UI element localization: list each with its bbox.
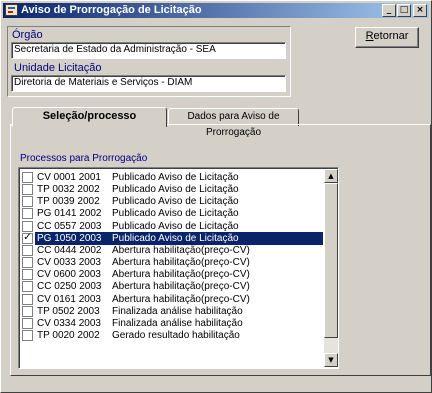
process-code: CV 0033 2003 xyxy=(37,257,101,269)
list-item[interactable]: CV 0600 2003 Abertura habilitação(preço-C… xyxy=(21,268,323,281)
list-item[interactable]: TP 0502 2003 Finalizada análise habilitaç… xyxy=(21,305,323,318)
checkbox[interactable] xyxy=(22,196,33,208)
list-item[interactable]: CC 0444 2002 Abertura habilitação(preço-C… xyxy=(21,244,323,257)
list-item-text: CV 0161 2003 Abertura habilitação(preço-C… xyxy=(35,293,251,306)
list-item-text: CC 0557 2003 Publicado Aviso de Licitação xyxy=(35,220,240,233)
tab-selecao-processo[interactable]: Seleção/processo xyxy=(12,107,167,127)
process-code: CC 0444 2002 xyxy=(37,244,102,256)
title-bar[interactable]: Aviso de Prorrogação de Licitação _ □ × xyxy=(3,3,429,18)
process-status: Publicado Aviso de Licitação xyxy=(112,172,239,183)
process-list-label: Processos para Prorrogação xyxy=(20,153,148,164)
process-status: Gerado resultado habilitação xyxy=(112,329,240,341)
process-status: Finalizada análise habilitação xyxy=(112,317,243,329)
process-status: Publicado Aviso de Licitação xyxy=(112,232,239,244)
scroll-thumb[interactable] xyxy=(324,183,338,338)
main-window: Aviso de Prorrogação de Licitação _ □ × … xyxy=(0,0,432,393)
list-item-text: TP 0039 2002 Publicado Aviso de Licitação xyxy=(35,195,240,208)
checkbox[interactable] xyxy=(22,184,33,196)
unidade-field[interactable]: Diretoria de Materiais e Serviços - DIAM xyxy=(11,75,286,92)
checkbox[interactable] xyxy=(22,317,33,329)
list-item-text: TP 0020 2002 Gerado resultado habilitação xyxy=(35,329,241,342)
checkbox[interactable] xyxy=(22,208,33,220)
maximize-button[interactable]: □ xyxy=(397,4,411,17)
process-code: CV 0001 2001 xyxy=(37,172,101,183)
list-item-text: CC 0250 2003 Abertura habilitação(preço-C… xyxy=(35,280,251,293)
process-status: Finalizada análise habilitação xyxy=(112,305,243,317)
list-item-text: CC 0444 2002 Abertura habilitação(preço-C… xyxy=(35,244,251,257)
checkbox[interactable] xyxy=(22,281,33,293)
retornar-mnemonic: R xyxy=(365,30,374,42)
process-code: TP 0039 2002 xyxy=(37,196,100,208)
checkbox[interactable] xyxy=(22,257,33,269)
orgao-field[interactable]: Secretaria de Estado da Administração - … xyxy=(11,42,286,59)
process-code: CC 0557 2003 xyxy=(37,220,102,232)
list-item[interactable]: CC 0557 2003 Publicado Aviso de Licitação xyxy=(21,220,323,233)
process-code: TP 0502 2003 xyxy=(37,305,100,317)
process-code: TP 0020 2002 xyxy=(37,329,100,341)
list-item[interactable]: CV 0033 2003 Abertura habilitação(preço-C… xyxy=(21,256,323,269)
process-code: PG 0141 2002 xyxy=(37,208,102,220)
process-status: Publicado Aviso de Licitação xyxy=(112,208,239,220)
list-item[interactable]: ✓ PG 1050 2003 Publicado Aviso de Licitaçã… xyxy=(21,231,323,245)
window-title: Aviso de Prorrogação de Licitação xyxy=(21,4,202,16)
list-item[interactable]: TP 0032 2002 Publicado Aviso de Licitação xyxy=(21,183,323,196)
list-item[interactable]: CV 0334 2003 Finalizada análise habilitaç… xyxy=(21,317,323,330)
retornar-label: etornar xyxy=(373,30,409,42)
checkbox[interactable] xyxy=(22,305,33,317)
checkbox[interactable]: ✓ xyxy=(22,232,33,244)
list-item-text: CV 0334 2003 Finalizada análise habilitaç… xyxy=(35,317,244,330)
process-status: Abertura habilitação(preço-CV) xyxy=(112,244,250,256)
list-item[interactable]: PG 0141 2002 Publicado Aviso de Licitação xyxy=(21,207,323,220)
list-item[interactable]: CV 0001 2001 Publicado Aviso de Licitação xyxy=(21,171,323,184)
process-code: CV 0161 2003 xyxy=(37,293,101,305)
process-code: PG 1050 2003 xyxy=(37,232,102,244)
checkbox[interactable] xyxy=(22,329,33,341)
app-icon xyxy=(5,4,18,16)
process-status: Publicado Aviso de Licitação xyxy=(112,196,239,208)
checkbox[interactable] xyxy=(22,244,33,256)
close-button[interactable]: × xyxy=(413,4,427,17)
list-item-text: CV 0001 2001 Publicado Aviso de Licitação xyxy=(35,171,240,184)
list-item[interactable]: TP 0020 2002 Gerado resultado habilitação xyxy=(21,329,323,342)
checkbox[interactable] xyxy=(22,172,33,183)
retornar-button[interactable]: Retornar xyxy=(355,27,419,48)
list-item[interactable]: CC 0250 2003 Abertura habilitação(preço-C… xyxy=(21,280,323,293)
unidade-label: Unidade Licitação xyxy=(14,62,102,74)
list-item-text: CV 0600 2003 Abertura habilitação(preço-C… xyxy=(35,268,251,281)
process-code: CV 0334 2003 xyxy=(37,317,101,329)
process-status: Abertura habilitação(preço-CV) xyxy=(112,269,250,281)
process-status: Publicado Aviso de Licitação xyxy=(112,220,239,232)
list-item[interactable]: TP 0039 2002 Publicado Aviso de Licitação xyxy=(21,195,323,208)
list-item-text: TP 0032 2002 Publicado Aviso de Licitação xyxy=(35,183,240,196)
list-item-text: CV 0033 2003 Abertura habilitação(preço-C… xyxy=(35,256,251,269)
list-item-text: TP 0502 2003 Finalizada análise habilitaç… xyxy=(35,305,244,318)
title-bar-buttons: _ □ × xyxy=(381,4,427,17)
scroll-down-button[interactable]: ▼ xyxy=(324,353,338,367)
process-code: CV 0600 2003 xyxy=(37,269,101,281)
process-code: CC 0250 2003 xyxy=(37,281,102,293)
scroll-up-button[interactable]: ▲ xyxy=(324,169,338,183)
vertical-scrollbar[interactable]: ▲ ▼ xyxy=(324,169,338,367)
orgao-label: Órgão xyxy=(12,29,43,41)
list-item-text: PG 0141 2002 Publicado Aviso de Licitação xyxy=(35,207,240,220)
process-code: TP 0032 2002 xyxy=(37,184,100,196)
process-status: Publicado Aviso de Licitação xyxy=(112,184,239,196)
process-status: Abertura habilitação(preço-CV) xyxy=(112,281,250,293)
minimize-button[interactable]: _ xyxy=(382,4,396,17)
process-status: Abertura habilitação(preço-CV) xyxy=(112,293,250,305)
checkbox[interactable] xyxy=(22,220,33,232)
list-item[interactable]: CV 0161 2003 Abertura habilitação(preço-C… xyxy=(21,293,323,306)
process-status: Abertura habilitação(preço-CV) xyxy=(112,257,250,269)
checkbox[interactable] xyxy=(22,269,33,281)
list-item-text: PG 1050 2003 Publicado Aviso de Licitação xyxy=(35,231,323,245)
process-listbox[interactable]: CV 0001 2001 Publicado Aviso de Licitação… xyxy=(18,167,339,369)
checkbox[interactable] xyxy=(22,293,33,305)
